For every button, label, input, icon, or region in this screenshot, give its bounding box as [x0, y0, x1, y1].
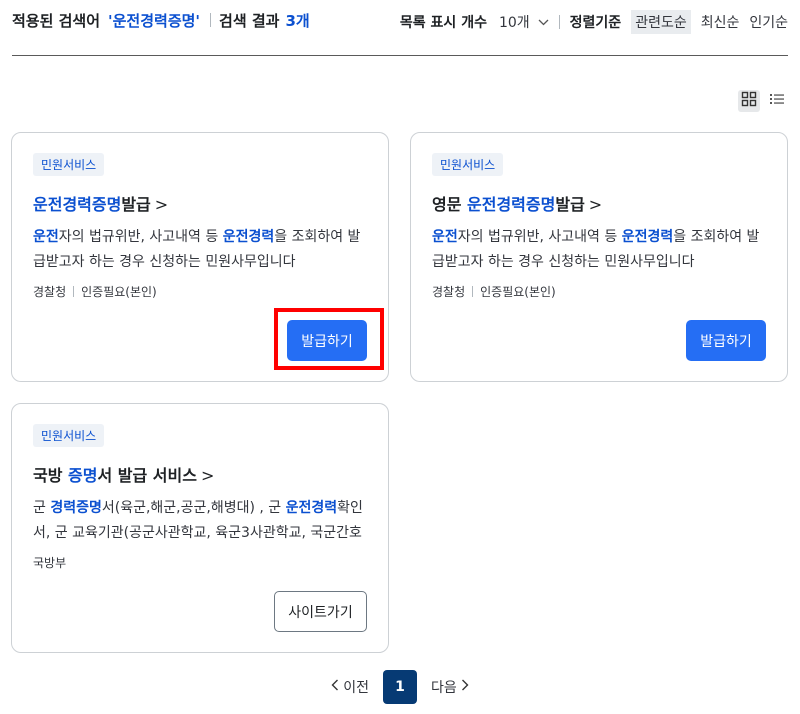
list-icon [769, 91, 785, 111]
title-text: 서 발급 서비스 [97, 466, 197, 485]
desc-text: 서(육군,해군,공군,해병대) , 군 [101, 500, 286, 516]
chevron-right-icon: > [154, 195, 169, 214]
applied-keyword-label: 적용된 검색어 [12, 12, 101, 30]
next-page-button[interactable]: 다음 [431, 677, 469, 697]
divider [73, 286, 75, 297]
list-view-button[interactable] [766, 90, 788, 112]
auth-requirement: 인증필요(본인) [480, 285, 556, 299]
chevron-left-icon [331, 679, 339, 695]
sort-relevance[interactable]: 관련도순 [631, 10, 691, 34]
view-toggle [738, 90, 788, 112]
next-label: 다음 [431, 680, 457, 696]
result-card: 민원서비스 국방 증명서 발급 서비스 > 군 경력증명서(육군,해군,공군,해병… [11, 403, 389, 653]
divider [472, 286, 474, 297]
desc-highlight: 운전 [33, 229, 59, 245]
prev-page-button[interactable]: 이전 [331, 677, 369, 697]
agency: 경찰청 [432, 285, 466, 299]
chevron-down-icon [538, 16, 549, 29]
issue-button[interactable]: 발급하기 [686, 320, 766, 361]
card-description: 운전자의 법규위반, 사고내역 등 운전경력을 조회하여 발급받고자 하는 경우… [33, 225, 373, 275]
divider [210, 13, 212, 27]
card-description: 운전자의 법규위반, 사고내역 등 운전경력을 조회하여 발급받고자 하는 경우… [432, 225, 772, 275]
title-highlight: 운전경력증명 [467, 195, 556, 214]
card-meta: 국방부 [33, 554, 66, 571]
list-options: 목록 표시 개수 10개 정렬기준 관련도순 최신순 인기순 [400, 10, 788, 34]
pagination: 이전 1 다음 [0, 670, 800, 704]
sort-popular[interactable]: 인기순 [749, 12, 788, 32]
chevron-right-icon: > [588, 195, 603, 214]
applied-keyword: '운전경력증명' [108, 12, 201, 30]
title-highlight: 증명 [68, 466, 98, 485]
sort-label: 정렬기준 [569, 15, 622, 31]
grid-view-button[interactable] [738, 90, 760, 112]
desc-text: 자의 법규위반, 사고내역 등 [457, 229, 622, 245]
search-result-header: 적용된 검색어 '운전경력증명' 검색 결과 3개 목록 표시 개수 10개 정렬기준… [12, 0, 788, 56]
card-meta: 경찰청 인증필요(본인) [432, 283, 556, 300]
chevron-right-icon: > [200, 466, 215, 485]
desc-highlight: 운전경력 [285, 500, 338, 516]
agency: 국방부 [33, 556, 67, 570]
per-page-value: 10개 [498, 15, 530, 31]
card-description: 군 경력증명서(육군,해군,공군,해병대) , 군 운전경력확인서, 군 교육기… [33, 496, 373, 546]
grid-icon [741, 91, 757, 111]
card-title-link[interactable]: 운전경력증명발급 > [33, 191, 168, 215]
chevron-right-icon [461, 679, 469, 695]
highlight-annotation [274, 308, 384, 370]
category-badge: 민원서비스 [33, 424, 105, 447]
category-badge: 민원서비스 [33, 153, 105, 176]
per-page-select[interactable]: 10개 [499, 12, 549, 32]
page-number-current[interactable]: 1 [383, 670, 417, 704]
result-info: 적용된 검색어 '운전경력증명' 검색 결과 3개 [12, 10, 310, 31]
title-text: 발급 [555, 195, 585, 214]
card-meta: 경찰청 인증필요(본인) [33, 283, 157, 300]
agency: 경찰청 [33, 285, 67, 299]
title-highlight: 운전경력증명 [33, 195, 122, 214]
result-count-label: 검색 결과 [219, 12, 280, 30]
result-card: 민원서비스 영문 운전경력증명발급 > 운전자의 법규위반, 사고내역 등 운전경… [410, 132, 788, 382]
desc-highlight: 운전경력 [222, 229, 275, 245]
divider [558, 15, 560, 29]
result-count: 3개 [285, 12, 310, 30]
card-title-link[interactable]: 국방 증명서 발급 서비스 > [33, 462, 214, 486]
card-title-link[interactable]: 영문 운전경력증명발급 > [432, 191, 602, 215]
title-text: 영문 [432, 195, 468, 214]
auth-requirement: 인증필요(본인) [81, 285, 157, 299]
per-page-label: 목록 표시 개수 [399, 15, 487, 31]
desc-text: 자의 법규위반, 사고내역 등 [58, 229, 223, 245]
desc-highlight: 운전 [432, 229, 458, 245]
sort-latest[interactable]: 최신순 [701, 12, 740, 32]
title-text: 발급 [121, 195, 151, 214]
desc-highlight: 경력증명 [50, 500, 102, 516]
desc-text: 군 [33, 500, 51, 516]
prev-label: 이전 [343, 680, 369, 696]
visit-site-button[interactable]: 사이트가기 [274, 591, 367, 632]
desc-highlight: 운전경력 [621, 229, 674, 245]
title-text: 국방 [33, 466, 69, 485]
category-badge: 민원서비스 [432, 153, 504, 176]
